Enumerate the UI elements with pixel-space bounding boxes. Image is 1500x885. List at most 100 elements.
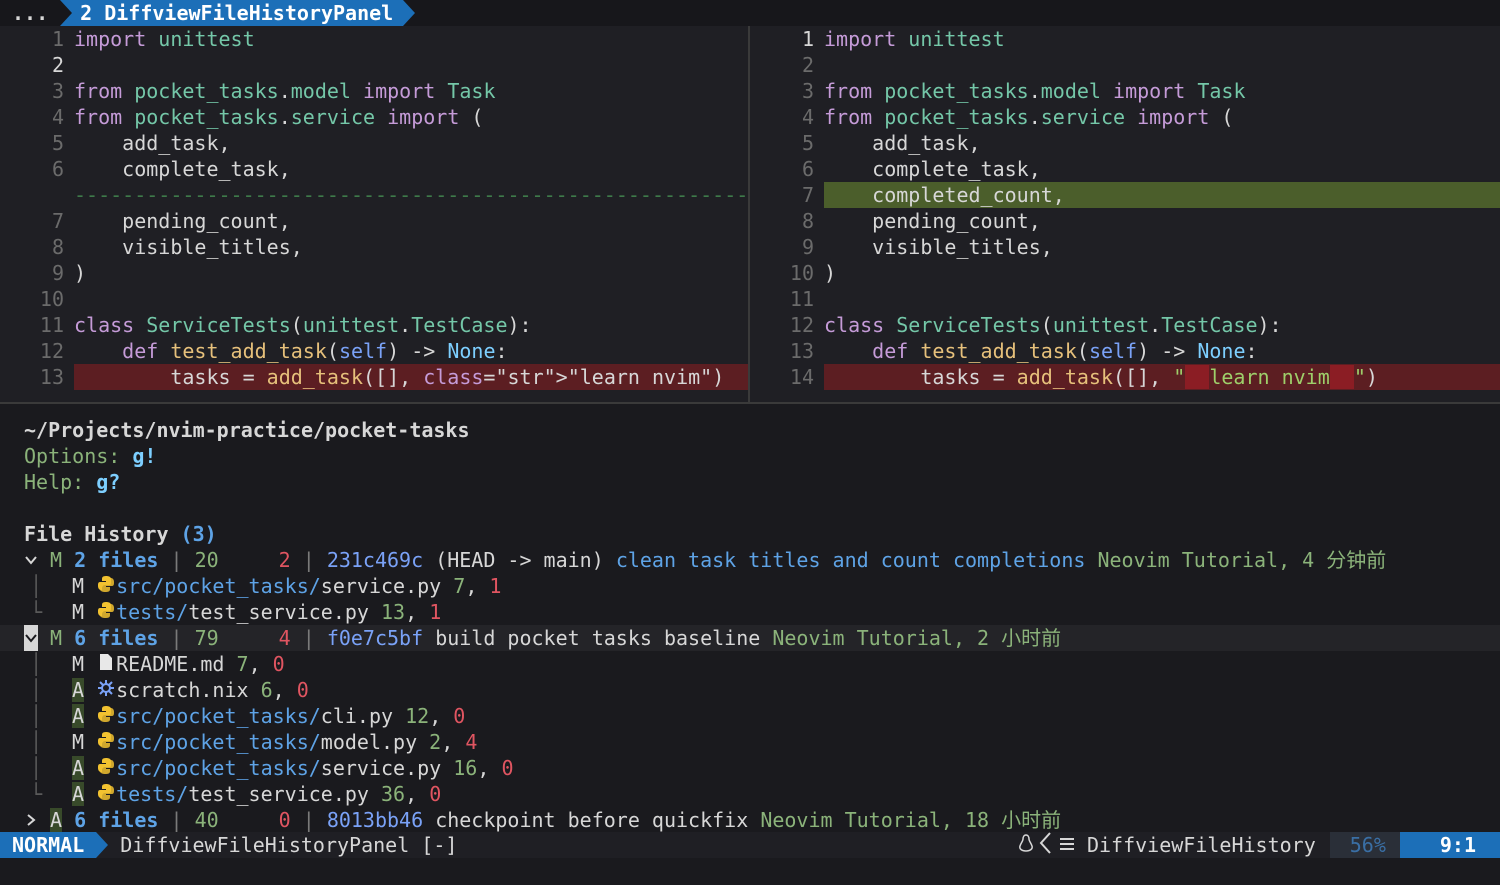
file-status: M	[72, 730, 85, 754]
code-line[interactable]: 13 def test_add_task(self) -> None:	[750, 338, 1500, 364]
file-name: test_service.py	[188, 782, 369, 806]
code-text: def test_add_task(self) -> None:	[122, 339, 508, 363]
options-key[interactable]: g!	[132, 444, 156, 468]
commit-author: Neovim Tutorial,	[1097, 548, 1291, 572]
file-name: scratch.nix	[116, 678, 249, 702]
file-status: A	[72, 678, 85, 702]
file-additions: 7	[236, 652, 249, 676]
python-icon	[96, 573, 116, 599]
commit-ref: (HEAD -> main)	[435, 548, 604, 572]
file-status: M	[72, 652, 85, 676]
statusline-right: DiffviewFileHistory 56% 9:1	[1019, 831, 1500, 858]
code-line[interactable]: 3 from pocket_tasks.model import Task	[0, 78, 748, 104]
file-dir: src/pocket_tasks/	[116, 730, 321, 754]
file-deletions: 1	[429, 600, 442, 624]
tree-guide: │	[30, 730, 43, 754]
code-text: import unittest	[824, 27, 1005, 51]
code-line[interactable]: 11 class ServiceTests(unittest.TestCase):	[0, 312, 748, 338]
code-line[interactable]: 1 import unittest	[750, 26, 1500, 52]
file-entry[interactable]: │ A scratch.nix 6, 0	[0, 677, 1500, 703]
code-line[interactable]: 4 from pocket_tasks.service import (	[0, 104, 748, 130]
code-line[interactable]: 10)	[750, 260, 1500, 286]
file-entry[interactable]: └ A tests/test_service.py 36, 0	[0, 781, 1500, 807]
code-line[interactable]: 13 tasks = add_task([], class="str">"lea…	[0, 364, 748, 390]
code-line[interactable]: 5 add_task,	[0, 130, 748, 156]
commit-row[interactable]: M 6 files | 79 4 | f0e7c5bf build pocket …	[0, 625, 1500, 651]
file-entry[interactable]: │ A src/pocket_tasks/cli.py 12, 0	[0, 703, 1500, 729]
commit-status: A	[50, 808, 63, 832]
line-number: 5	[51, 131, 64, 155]
tree-guide: │	[30, 652, 43, 676]
statusline-filetype: DiffviewFileHistory	[1086, 833, 1316, 857]
code-text: visible_titles,	[74, 235, 303, 259]
tree-guide: │	[30, 678, 43, 702]
code-line[interactable]: 8 visible_titles,	[0, 234, 748, 260]
code-line[interactable]: 4 from pocket_tasks.service import (	[750, 104, 1500, 130]
file-additions: 16	[453, 756, 478, 780]
diff-view: 1 import unittest 2 3 from pocket_tasks.mode…	[0, 26, 1500, 402]
code-text: add_task,	[74, 131, 231, 155]
commit-row[interactable]: M 2 files | 20 2 | 231c469c (HEAD -> main…	[0, 547, 1500, 573]
code-line[interactable]: 10	[0, 286, 748, 312]
code-line[interactable]: 14 tasks = add_task([], " learn nvim ")	[750, 364, 1500, 390]
code-line[interactable]: 1 import unittest	[0, 26, 748, 52]
file-additions: 12	[405, 704, 430, 728]
code-line[interactable]: 7 pending_count,	[0, 208, 748, 234]
tab-diffview-panel[interactable]: 2 DiffviewFileHistoryPanel	[60, 0, 416, 26]
file-entry[interactable]: │ M src/pocket_tasks/model.py 2, 4	[0, 729, 1500, 755]
diff-pane-left[interactable]: 1 import unittest 2 3 from pocket_tasks.mode…	[0, 26, 750, 402]
line-number: 2	[801, 53, 814, 77]
code-line[interactable]: 2	[750, 52, 1500, 78]
line-number	[0, 182, 74, 208]
command-line[interactable]	[0, 858, 1500, 885]
code-line[interactable]: 6 complete_task,	[0, 156, 748, 182]
tree-guide: │	[30, 704, 43, 728]
code-line[interactable]: 9)	[0, 260, 748, 286]
code-text: from pocket_tasks.service import (	[74, 105, 484, 129]
code-line[interactable]: 11	[750, 286, 1500, 312]
statusline-percent: 56%	[1329, 832, 1400, 858]
file-deletions: 0	[272, 652, 285, 676]
fold-chevron-icon[interactable]	[24, 807, 38, 833]
code-line[interactable]: ----------------------------------------…	[0, 182, 748, 208]
code-line[interactable]: 12 class ServiceTests(unittest.TestCase):	[750, 312, 1500, 338]
line-number: 12	[789, 313, 814, 337]
code-line[interactable]: 5 add_task,	[750, 130, 1500, 156]
code-line[interactable]: 12 def test_add_task(self) -> None:	[0, 338, 748, 364]
code-text: from pocket_tasks.model import Task	[824, 79, 1246, 103]
file-name: README.md	[116, 652, 225, 676]
help-key[interactable]: g?	[96, 470, 120, 494]
code-text: )	[74, 261, 87, 285]
fold-chevron-icon[interactable]	[24, 547, 38, 573]
commit-row[interactable]: A 6 files | 40 0 | 8013bb46 checkpoint be…	[0, 807, 1500, 833]
line-number: 11	[789, 287, 814, 311]
code-line[interactable]: 9 visible_titles,	[750, 234, 1500, 260]
code-line[interactable]: 7 completed_count,	[750, 182, 1500, 208]
file-entry[interactable]: │ A src/pocket_tasks/service.py 16, 0	[0, 755, 1500, 781]
code-line[interactable]: 6 complete_task,	[750, 156, 1500, 182]
code-line[interactable]: 2	[0, 52, 748, 78]
history-list: M 2 files | 20 2 | 231c469c (HEAD -> main…	[0, 547, 1500, 833]
commit-deletions: 2	[278, 548, 291, 572]
commit-hash: 231c469c	[326, 548, 424, 572]
file-entry[interactable]: └ M tests/test_service.py 13, 1	[0, 599, 1500, 625]
line-number: 12	[39, 339, 64, 363]
code-line[interactable]: 8 pending_count,	[750, 208, 1500, 234]
fold-chevron-icon[interactable]	[24, 625, 38, 651]
code-text: tasks = add_task([], " learn nvim ")	[824, 364, 1500, 390]
file-entry[interactable]: │ M src/pocket_tasks/service.py 7, 1	[0, 573, 1500, 599]
options-line: Options: g!	[0, 443, 1500, 469]
code-text: add_task,	[824, 131, 981, 155]
commit-age: 4 分钟前	[1302, 548, 1387, 572]
file-history-panel[interactable]: ~/Projects/nvim-practice/pocket-tasks Op…	[0, 402, 1500, 834]
tab-overflow[interactable]: ...	[0, 0, 60, 26]
line-number: 10	[789, 261, 814, 285]
file-entry[interactable]: │ M README.md 7, 0	[0, 651, 1500, 677]
help-line: Help: g?	[0, 469, 1500, 495]
diff-pane-right[interactable]: 1 import unittest 2 3 from pocket_tasks.mode…	[750, 26, 1500, 402]
code-line[interactable]: 3 from pocket_tasks.model import Task	[750, 78, 1500, 104]
file-deletions: 1	[489, 574, 502, 598]
file-name: service.py	[320, 756, 442, 780]
history-title: File History	[24, 522, 169, 546]
